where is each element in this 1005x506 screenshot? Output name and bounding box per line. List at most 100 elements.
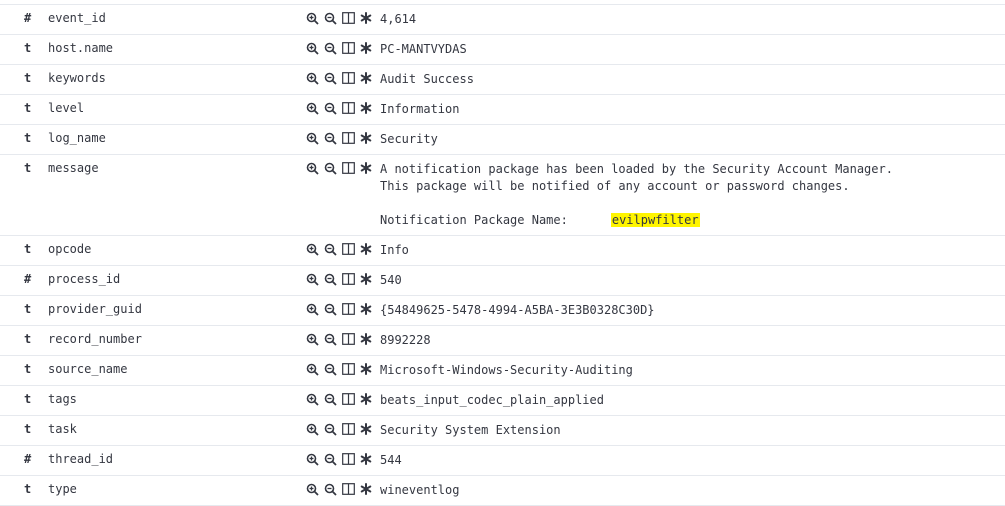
zoom-out-icon[interactable] [322, 361, 338, 377]
column-icon[interactable] [340, 361, 356, 377]
zoom-in-icon[interactable] [304, 361, 320, 377]
asterisk-icon[interactable] [358, 100, 374, 116]
column-icon[interactable] [340, 421, 356, 437]
field-actions [304, 356, 380, 377]
zoom-out-icon[interactable] [322, 40, 338, 56]
column-icon[interactable] [340, 391, 356, 407]
zoom-out-icon[interactable] [322, 241, 338, 257]
asterisk-icon[interactable] [358, 130, 374, 146]
field-actions [304, 95, 380, 116]
field-value: Info [380, 243, 409, 257]
zoom-in-icon[interactable] [304, 130, 320, 146]
field-row-record-number: t record_number 8992228 [0, 325, 1005, 355]
zoom-out-icon[interactable] [322, 130, 338, 146]
asterisk-icon[interactable] [358, 481, 374, 497]
zoom-out-icon[interactable] [322, 421, 338, 437]
field-actions [304, 446, 380, 467]
zoom-in-icon[interactable] [304, 241, 320, 257]
asterisk-icon[interactable] [358, 241, 374, 257]
zoom-out-icon[interactable] [322, 271, 338, 287]
column-icon[interactable] [340, 40, 356, 56]
field-actions [304, 35, 380, 56]
column-icon[interactable] [340, 481, 356, 497]
asterisk-icon[interactable] [358, 391, 374, 407]
package-name-label: Notification Package Name: [380, 213, 568, 227]
field-actions [304, 476, 380, 497]
zoom-in-icon[interactable] [304, 100, 320, 116]
field-actions [304, 266, 380, 287]
asterisk-icon[interactable] [358, 271, 374, 287]
column-icon[interactable] [340, 271, 356, 287]
field-name: tags [48, 392, 77, 406]
zoom-in-icon[interactable] [304, 421, 320, 437]
asterisk-icon[interactable] [358, 301, 374, 317]
field-value: Microsoft-Windows-Security-Auditing [380, 363, 633, 377]
field-type-indicator: t [24, 101, 32, 115]
zoom-out-icon[interactable] [322, 481, 338, 497]
field-name: host.name [48, 41, 114, 55]
zoom-in-icon[interactable] [304, 451, 320, 467]
message-line: Notification Package Name: evilpwfilter [380, 212, 1005, 229]
zoom-out-icon[interactable] [322, 10, 338, 26]
field-type-indicator: t [24, 482, 32, 496]
field-value: 8992228 [380, 333, 431, 347]
asterisk-icon[interactable] [358, 160, 374, 176]
asterisk-icon[interactable] [358, 40, 374, 56]
field-row-host-name: t host.name PC-MANTVYDAS [0, 34, 1005, 64]
column-icon[interactable] [340, 301, 356, 317]
zoom-out-icon[interactable] [322, 451, 338, 467]
column-icon[interactable] [340, 331, 356, 347]
field-type-indicator: t [24, 362, 32, 376]
zoom-in-icon[interactable] [304, 391, 320, 407]
column-icon[interactable] [340, 451, 356, 467]
column-icon[interactable] [340, 100, 356, 116]
message-line: This package will be notified of any acc… [380, 179, 850, 193]
field-name: level [48, 101, 85, 115]
zoom-out-icon[interactable] [322, 100, 338, 116]
field-name: message [48, 161, 99, 175]
zoom-in-icon[interactable] [304, 10, 320, 26]
column-icon[interactable] [340, 241, 356, 257]
zoom-out-icon[interactable] [322, 160, 338, 176]
field-row-level: t level Information [0, 94, 1005, 124]
field-type-indicator: t [24, 41, 32, 55]
zoom-in-icon[interactable] [304, 331, 320, 347]
asterisk-icon[interactable] [358, 451, 374, 467]
field-row-process-id: # process_id 540 [0, 265, 1005, 295]
field-value: 540 [380, 273, 402, 287]
column-icon[interactable] [340, 70, 356, 86]
zoom-out-icon[interactable] [322, 391, 338, 407]
column-icon[interactable] [340, 10, 356, 26]
zoom-out-icon[interactable] [322, 331, 338, 347]
zoom-in-icon[interactable] [304, 481, 320, 497]
zoom-in-icon[interactable] [304, 160, 320, 176]
zoom-in-icon[interactable] [304, 301, 320, 317]
zoom-in-icon[interactable] [304, 70, 320, 86]
field-name: opcode [48, 242, 92, 256]
field-row-event-id: # event_id 4,614 [0, 4, 1005, 34]
zoom-in-icon[interactable] [304, 40, 320, 56]
asterisk-icon[interactable] [358, 10, 374, 26]
field-name: source_name [48, 362, 128, 376]
asterisk-icon[interactable] [358, 70, 374, 86]
zoom-out-icon[interactable] [322, 301, 338, 317]
zoom-in-icon[interactable] [304, 271, 320, 287]
asterisk-icon[interactable] [358, 331, 374, 347]
asterisk-icon[interactable] [358, 421, 374, 437]
field-actions [304, 416, 380, 437]
field-type-indicator: # [24, 11, 32, 25]
zoom-out-icon[interactable] [322, 70, 338, 86]
field-actions [304, 236, 380, 257]
field-value: Audit Success [380, 72, 474, 86]
field-actions [304, 386, 380, 407]
asterisk-icon[interactable] [358, 361, 374, 377]
field-name: task [48, 422, 77, 436]
field-row-keywords: t keywords Audit Success [0, 64, 1005, 94]
field-name: event_id [48, 11, 106, 25]
column-icon[interactable] [340, 130, 356, 146]
column-icon[interactable] [340, 160, 356, 176]
field-value: Security [380, 132, 438, 146]
field-name: thread_id [48, 452, 114, 466]
field-row-opcode: t opcode Info [0, 235, 1005, 265]
field-name: type [48, 482, 77, 496]
